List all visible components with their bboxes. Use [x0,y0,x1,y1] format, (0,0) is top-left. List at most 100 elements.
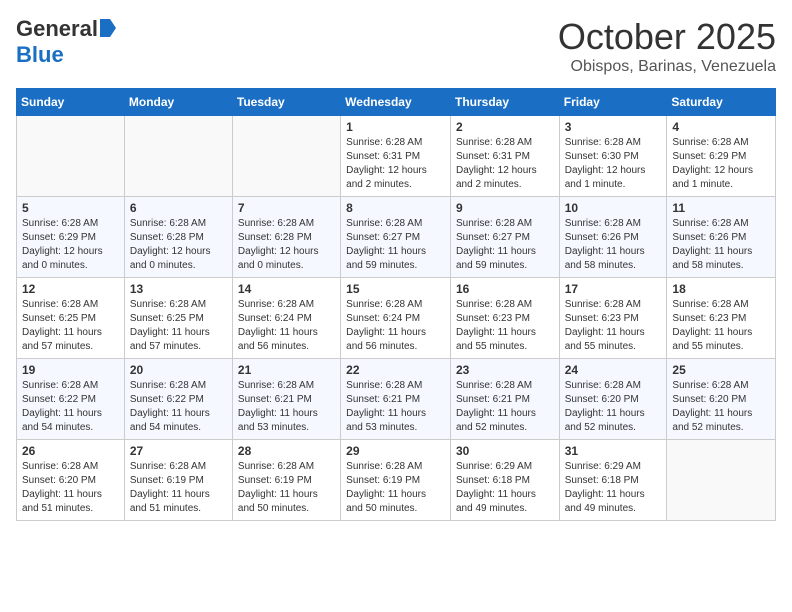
day-info: Sunrise: 6:28 AMSunset: 6:22 PMDaylight:… [130,379,227,435]
day-info: Sunrise: 6:28 AMSunset: 6:31 PMDaylight:… [346,136,445,192]
day-cell: 5 Sunrise: 6:28 AMSunset: 6:29 PMDaylight… [17,197,125,278]
day-cell [232,116,340,197]
day-info: Sunrise: 6:28 AMSunset: 6:21 PMDaylight:… [456,379,554,435]
day-info: Sunrise: 6:28 AMSunset: 6:25 PMDaylight:… [130,298,227,354]
day-info: Sunrise: 6:28 AMSunset: 6:29 PMDaylight:… [672,136,770,192]
day-number: 14 [238,282,335,296]
title-block: October 2025 Obispos, Barinas, Venezuela [558,16,776,76]
day-cell: 8 Sunrise: 6:28 AMSunset: 6:27 PMDaylight… [341,197,451,278]
day-info: Sunrise: 6:29 AMSunset: 6:18 PMDaylight:… [456,460,554,516]
day-cell: 9 Sunrise: 6:28 AMSunset: 6:27 PMDaylight… [450,197,559,278]
day-cell: 17Sunrise: 6:28 AMSunset: 6:23 PMDayligh… [559,278,667,359]
day-cell: 27 Sunrise: 6:28 AMSunset: 6:19 PMDayligh… [124,440,232,521]
location: Obispos, Barinas, Venezuela [558,58,776,76]
weekday-tuesday: Tuesday [232,89,340,116]
day-number: 15 [346,282,445,296]
day-number: 10 [565,201,662,215]
day-info: Sunrise: 6:28 AMSunset: 6:21 PMDaylight:… [238,379,335,435]
day-number: 8 [346,201,445,215]
day-info: Sunrise: 6:28 AMSunset: 6:20 PMDaylight:… [565,379,662,435]
day-number: 30 [456,444,554,458]
day-info: Sunrise: 6:28 AMSunset: 6:24 PMDaylight:… [238,298,335,354]
week-row-1: 1 Sunrise: 6:28 AMSunset: 6:31 PMDaylight… [17,116,776,197]
day-number: 2 [456,120,554,134]
day-info: Sunrise: 6:29 AMSunset: 6:18 PMDaylight:… [565,460,662,516]
day-number: 19 [22,363,119,377]
day-info: Sunrise: 6:28 AMSunset: 6:19 PMDaylight:… [346,460,445,516]
day-info: Sunrise: 6:28 AMSunset: 6:23 PMDaylight:… [456,298,554,354]
day-cell: 30 Sunrise: 6:29 AMSunset: 6:18 PMDayligh… [450,440,559,521]
day-number: 24 [565,363,662,377]
day-info: Sunrise: 6:28 AMSunset: 6:20 PMDaylight:… [672,379,770,435]
week-row-4: 19 Sunrise: 6:28 AMSunset: 6:22 PMDayligh… [17,359,776,440]
day-number: 4 [672,120,770,134]
day-cell: 29 Sunrise: 6:28 AMSunset: 6:19 PMDayligh… [341,440,451,521]
week-row-3: 12Sunrise: 6:28 AMSunset: 6:25 PMDayligh… [17,278,776,359]
day-number: 23 [456,363,554,377]
logo-blue: Blue [16,42,64,67]
day-cell [667,440,776,521]
day-cell: 6 Sunrise: 6:28 AMSunset: 6:28 PMDaylight… [124,197,232,278]
day-cell: 22Sunrise: 6:28 AMSunset: 6:21 PMDayligh… [341,359,451,440]
day-info: Sunrise: 6:28 AMSunset: 6:24 PMDaylight:… [346,298,445,354]
day-number: 7 [238,201,335,215]
day-info: Sunrise: 6:28 AMSunset: 6:28 PMDaylight:… [238,217,335,273]
day-cell: 18 Sunrise: 6:28 AMSunset: 6:23 PMDayligh… [667,278,776,359]
day-number: 18 [672,282,770,296]
day-number: 9 [456,201,554,215]
day-number: 5 [22,201,119,215]
day-cell: 19 Sunrise: 6:28 AMSunset: 6:22 PMDayligh… [17,359,125,440]
weekday-saturday: Saturday [667,89,776,116]
day-info: Sunrise: 6:28 AMSunset: 6:29 PMDaylight:… [22,217,119,273]
day-cell: 1 Sunrise: 6:28 AMSunset: 6:31 PMDaylight… [341,116,451,197]
day-cell: 13Sunrise: 6:28 AMSunset: 6:25 PMDayligh… [124,278,232,359]
day-number: 27 [130,444,227,458]
day-cell: 4 Sunrise: 6:28 AMSunset: 6:29 PMDaylight… [667,116,776,197]
day-cell: 14 Sunrise: 6:28 AMSunset: 6:24 PMDayligh… [232,278,340,359]
day-cell: 28 Sunrise: 6:28 AMSunset: 6:19 PMDayligh… [232,440,340,521]
day-info: Sunrise: 6:28 AMSunset: 6:22 PMDaylight:… [22,379,119,435]
month-title: October 2025 [558,16,776,58]
day-info: Sunrise: 6:28 AMSunset: 6:31 PMDaylight:… [456,136,554,192]
day-number: 28 [238,444,335,458]
day-cell: 7 Sunrise: 6:28 AMSunset: 6:28 PMDaylight… [232,197,340,278]
page-header: General Blue October 2025 Obispos, Barin… [16,16,776,76]
day-cell: 10 Sunrise: 6:28 AMSunset: 6:26 PMDayligh… [559,197,667,278]
day-cell: 21 Sunrise: 6:28 AMSunset: 6:21 PMDayligh… [232,359,340,440]
day-cell: 2 Sunrise: 6:28 AMSunset: 6:31 PMDaylight… [450,116,559,197]
week-row-2: 5 Sunrise: 6:28 AMSunset: 6:29 PMDaylight… [17,197,776,278]
day-info: Sunrise: 6:28 AMSunset: 6:23 PMDaylight:… [672,298,770,354]
day-number: 29 [346,444,445,458]
day-info: Sunrise: 6:28 AMSunset: 6:19 PMDaylight:… [130,460,227,516]
week-row-5: 26Sunrise: 6:28 AMSunset: 6:20 PMDayligh… [17,440,776,521]
day-cell [17,116,125,197]
day-cell: 15 Sunrise: 6:28 AMSunset: 6:24 PMDayligh… [341,278,451,359]
day-number: 22 [346,363,445,377]
day-number: 26 [22,444,119,458]
day-number: 1 [346,120,445,134]
day-info: Sunrise: 6:28 AMSunset: 6:25 PMDaylight:… [22,298,119,354]
calendar-table: SundayMondayTuesdayWednesdayThursdayFrid… [16,88,776,521]
day-info: Sunrise: 6:28 AMSunset: 6:23 PMDaylight:… [565,298,662,354]
day-cell [124,116,232,197]
day-cell: 26Sunrise: 6:28 AMSunset: 6:20 PMDayligh… [17,440,125,521]
logo-general: General [16,16,98,42]
day-number: 16 [456,282,554,296]
day-info: Sunrise: 6:28 AMSunset: 6:19 PMDaylight:… [238,460,335,516]
day-cell: 12Sunrise: 6:28 AMSunset: 6:25 PMDayligh… [17,278,125,359]
day-info: Sunrise: 6:28 AMSunset: 6:28 PMDaylight:… [130,217,227,273]
weekday-friday: Friday [559,89,667,116]
day-info: Sunrise: 6:28 AMSunset: 6:27 PMDaylight:… [456,217,554,273]
day-number: 21 [238,363,335,377]
day-info: Sunrise: 6:28 AMSunset: 6:27 PMDaylight:… [346,217,445,273]
day-number: 3 [565,120,662,134]
day-cell: 25Sunrise: 6:28 AMSunset: 6:20 PMDayligh… [667,359,776,440]
day-cell: 11Sunrise: 6:28 AMSunset: 6:26 PMDayligh… [667,197,776,278]
day-number: 6 [130,201,227,215]
weekday-wednesday: Wednesday [341,89,451,116]
weekday-thursday: Thursday [450,89,559,116]
logo: General Blue [16,16,116,68]
day-info: Sunrise: 6:28 AMSunset: 6:26 PMDaylight:… [565,217,662,273]
day-cell: 16 Sunrise: 6:28 AMSunset: 6:23 PMDayligh… [450,278,559,359]
weekday-monday: Monday [124,89,232,116]
